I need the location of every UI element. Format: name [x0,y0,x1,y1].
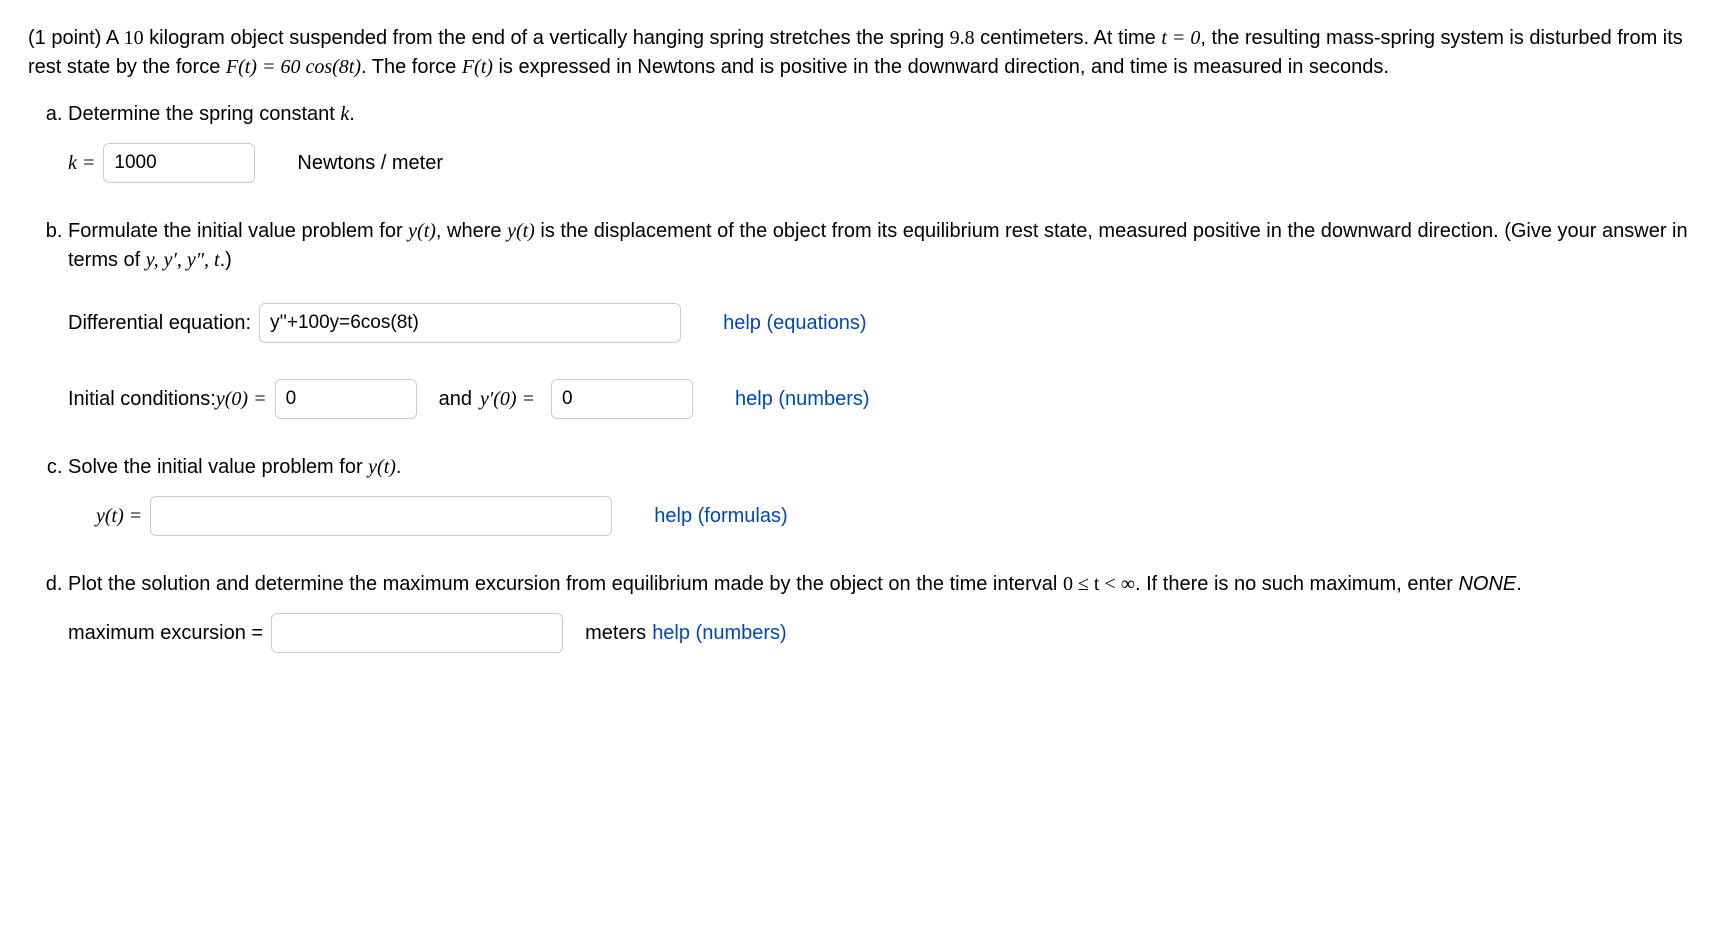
part-c-answer-row: y(t) = help (formulas) [68,496,1702,536]
part-d-prompt: Plot the solution and determine the maxi… [68,570,1702,599]
k-equals-label: k = [68,149,95,178]
t0: t = 0 [1161,27,1200,49]
yt-input[interactable] [150,496,612,536]
points-label: (1 point) [28,27,106,49]
part-a-prompt: Determine the spring constant k. [68,100,1702,129]
max-excursion-label: maximum excursion = [68,619,263,648]
force-symbol: F(t) [462,56,493,78]
max-excursion-input[interactable] [271,613,563,653]
and-label: and [439,385,472,414]
part-b: Formulate the initial value problem for … [68,217,1702,419]
help-formulas-link[interactable]: help (formulas) [654,502,787,531]
part-b-prompt: Formulate the initial value problem for … [68,217,1702,275]
yp0-label: y′(0) = [480,385,535,414]
part-c-prompt: Solve the initial value problem for y(t)… [68,453,1702,482]
ic-row: Initial conditions: y(0) = and y′(0) = h… [68,379,1702,419]
de-row: Differential equation: help (equations) [68,303,1702,343]
problem-intro: (1 point) A 10 kilogram object suspended… [28,24,1702,82]
ic-label: Initial conditions: [68,385,216,414]
help-numbers-link-b[interactable]: help (numbers) [735,385,870,414]
interval: 0 ≤ t < ∞ [1063,573,1135,595]
k-units: Newtons / meter [297,149,443,178]
y0-input[interactable] [275,379,417,419]
none-text: NONE [1458,573,1516,595]
stretch-value: 9.8 [950,27,975,49]
parts-list: Determine the spring constant k. k = New… [28,100,1702,653]
yp0-input[interactable] [551,379,693,419]
part-a-answer-row: k = Newtons / meter [68,143,1702,183]
mass-value: 10 [124,27,144,49]
help-numbers-link-d[interactable]: help (numbers) [652,619,787,648]
k-input[interactable] [103,143,255,183]
part-c: Solve the initial value problem for y(t)… [68,453,1702,536]
part-d: Plot the solution and determine the maxi… [68,570,1702,653]
de-label: Differential equation: [68,309,251,338]
y0-label: y(0) = [216,385,267,414]
yt-label: y(t) = [96,502,142,531]
force-expression: F(t) = 60 cos(8t) [226,56,361,78]
help-equations-link[interactable]: help (equations) [723,309,866,338]
part-a: Determine the spring constant k. k = New… [68,100,1702,183]
part-d-answer-row: maximum excursion = meters help (numbers… [68,613,1702,653]
max-excursion-units: meters [585,619,646,648]
de-input[interactable] [259,303,681,343]
